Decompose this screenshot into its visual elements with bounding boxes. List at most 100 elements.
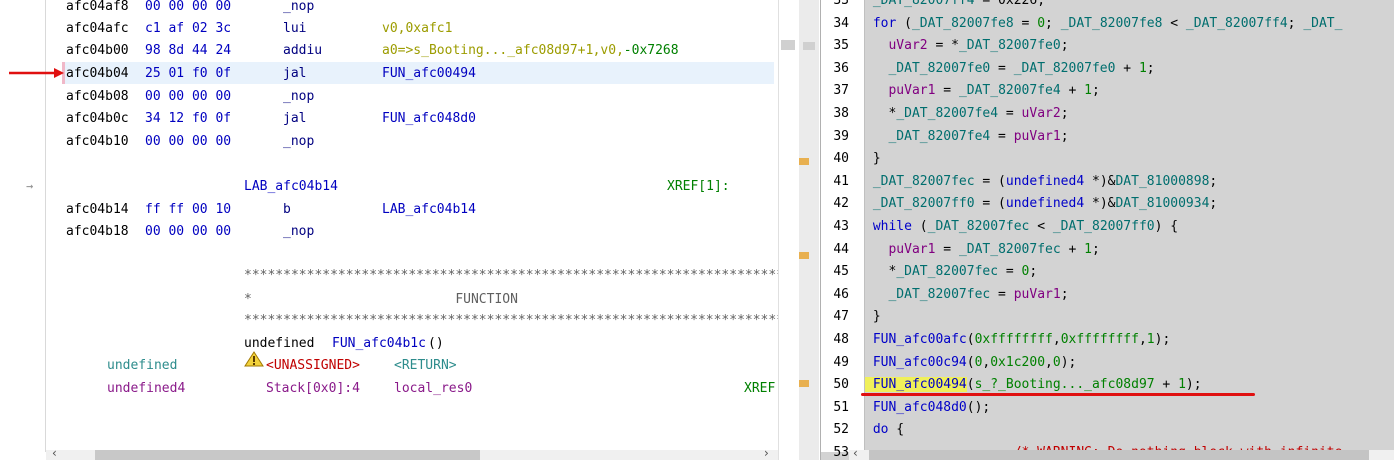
code-token: 1 <box>1178 377 1186 392</box>
decompiled-code-line[interactable]: *_DAT_82007fe4 = uVar2; <box>865 106 1068 122</box>
code-token: _DAT_82007fec <box>865 174 975 189</box>
line-number: 48 <box>833 332 849 347</box>
decompiled-code-line[interactable]: _DAT_82007ff0 = (undefined4 *)&DAT_81000… <box>865 196 1217 212</box>
instruction-mnemonic[interactable]: jal <box>283 111 306 127</box>
instruction-address[interactable]: afc04af8 <box>66 0 129 15</box>
decompiled-code-line[interactable]: puVar1 = _DAT_82007fe4 + 1; <box>865 83 1099 99</box>
code-token: ; <box>1060 129 1069 144</box>
listing-hscroll-thumb[interactable] <box>95 450 480 460</box>
instruction-address[interactable]: afc04b14 <box>66 202 129 218</box>
local-var-name[interactable]: local_res0 <box>394 381 472 397</box>
instruction-address[interactable]: afc04b18 <box>66 224 129 240</box>
code-token: DAT_81000898 <box>1115 174 1210 189</box>
xref-cut[interactable]: XREF <box>744 381 775 397</box>
listing-pane[interactable]: → afc04af8 00 00 00 00 _nop afc04afc c1 af 0… <box>0 0 797 460</box>
instruction-address[interactable]: afc04b04 <box>66 66 129 82</box>
code-token: *)& <box>1084 174 1116 189</box>
instruction-bytes: 00 00 00 00 <box>145 89 232 104</box>
decompiled-code-line[interactable]: FUN_afc00c94(0,0x1c200,0); <box>865 355 1077 371</box>
overview-cursor-marker <box>781 40 795 50</box>
code-token: 0x1c200 <box>990 355 1046 370</box>
code-token: undefined4 <box>1005 196 1085 211</box>
decompiled-code-line[interactable]: puVar1 = _DAT_82007fec + 1; <box>865 242 1099 258</box>
decompiled-code-line[interactable]: FUN_afc00494(s_?_Booting..._afc08d97 + 1… <box>865 377 1202 393</box>
line-number: 38 <box>833 106 849 121</box>
decompiler-pane[interactable]: 33 _DAT_82007ff4 = 0x226; 34 for (_DAT_82… <box>820 0 1394 460</box>
scroll-left-icon[interactable]: ‹ <box>853 446 858 460</box>
decompiled-code-line[interactable]: _DAT_82007fe4 = puVar1; <box>865 129 1069 145</box>
decompiled-code-line[interactable]: *_DAT_82007fec = 0; <box>865 264 1037 280</box>
code-token: ( <box>896 16 912 31</box>
code-token: ); <box>1154 332 1171 347</box>
decompiled-code-line[interactable]: _DAT_82007fec = puVar1; <box>865 287 1068 303</box>
decompiled-code-line[interactable]: } <box>865 151 881 167</box>
decompiled-code-line[interactable]: _DAT_82007fec = (undefined4 *)&DAT_81000… <box>865 174 1217 190</box>
instruction-operand[interactable]: LAB_afc04b14 <box>382 202 476 218</box>
function-signature-type: undefined <box>244 336 323 351</box>
code-token: = <box>998 106 1022 121</box>
instruction-mnemonic[interactable]: jal <box>283 66 306 82</box>
decompiled-code-line[interactable]: _DAT_82007ff4 = 0x226; <box>865 0 1045 9</box>
code-token: , <box>1052 332 1061 347</box>
overview-bar[interactable] <box>778 0 819 460</box>
scroll-left-icon[interactable]: ‹ <box>52 446 57 460</box>
line-number: 33 <box>833 0 849 8</box>
instruction-address[interactable]: afc04afc <box>66 21 129 37</box>
instruction-operand[interactable]: ,v0, <box>593 43 624 59</box>
code-token: (); <box>966 400 991 415</box>
instruction-mnemonic[interactable]: _nop <box>283 224 314 240</box>
decompiled-code-line[interactable]: for (_DAT_82007fe8 = 0; _DAT_82007fe8 < … <box>865 16 1343 32</box>
instruction-mnemonic[interactable]: _nop <box>283 89 314 105</box>
overview-marker-gray <box>803 42 815 50</box>
instruction-mnemonic[interactable]: addiu <box>283 43 322 59</box>
instruction-address[interactable]: afc04b00 <box>66 43 129 59</box>
code-token: _DAT_82007fe4 <box>958 83 1061 98</box>
instruction-mnemonic[interactable]: lui <box>283 21 306 37</box>
decompiled-code-line[interactable]: _DAT_82007fe0 = _DAT_82007fe0 + 1; <box>865 61 1154 77</box>
instruction-bytes: ff ff 00 10 <box>145 202 232 217</box>
decompiled-code-line[interactable]: while (_DAT_82007fec < _DAT_82007ff0) { <box>865 219 1178 235</box>
code-token: ); <box>1060 355 1077 370</box>
code-label[interactable]: LAB_afc04b14 <box>244 179 338 195</box>
line-number: 52 <box>833 422 849 437</box>
overview-marker <box>799 380 809 387</box>
decompiled-code-line[interactable]: FUN_afc00afc(0xffffffff,0xffffffff,1); <box>865 332 1170 348</box>
instruction-mnemonic[interactable]: _nop <box>283 134 314 150</box>
code-token: FUN_afc048d0 <box>865 400 967 415</box>
decompiled-code-line[interactable]: uVar2 = *_DAT_82007fe0; <box>865 38 1068 54</box>
code-token: _DAT_82007ff4 <box>1185 16 1288 31</box>
code-token: { <box>888 422 905 437</box>
return-label: <RETURN> <box>394 358 457 373</box>
decompiled-code-line[interactable]: FUN_afc048d0(); <box>865 400 990 416</box>
code-token: ; <box>1029 264 1038 279</box>
code-token: + <box>1115 61 1139 76</box>
xref-link[interactable]: XREF[1]: <box>667 179 730 195</box>
instruction-address[interactable]: afc04b0c <box>66 111 129 127</box>
scroll-right-icon[interactable]: › <box>764 446 769 460</box>
instruction-bytes: 00 00 00 00 <box>145 134 232 149</box>
instruction-operand[interactable]: FUN_afc00494 <box>382 66 476 82</box>
instruction-mnemonic[interactable]: b <box>283 202 291 218</box>
code-token: _DAT_82007fe0 <box>865 61 991 76</box>
decompiler-hscroll-thumb[interactable] <box>869 450 1369 460</box>
decompiled-code-line[interactable]: } <box>865 309 881 325</box>
decompiled-code-line[interactable]: do { <box>865 422 904 438</box>
instruction-operand[interactable]: v0,0xafc1 <box>382 21 452 37</box>
function-signature-name[interactable]: FUN_afc04b1c <box>332 336 426 352</box>
code-token: = 0x226; <box>974 0 1046 8</box>
code-token: 1 <box>1084 242 1092 257</box>
instruction-operand[interactable]: FUN_afc048d0 <box>382 111 476 127</box>
code-token: 0xffffffff <box>1060 332 1139 347</box>
code-token: _DAT_82007ff4 <box>865 0 975 8</box>
code-token: _DAT_82007fec <box>896 264 999 279</box>
instruction-address[interactable]: afc04b10 <box>66 134 129 150</box>
annotation-underline <box>861 393 1255 396</box>
instruction-operand[interactable]: a0=>s_Booting..._afc08d97+1 <box>382 43 593 59</box>
line-number: 45 <box>833 264 849 279</box>
instruction-operand[interactable]: -0x7268 <box>624 43 679 59</box>
instruction-address[interactable]: afc04b08 <box>66 89 129 105</box>
instruction-mnemonic[interactable]: _nop <box>283 0 314 15</box>
function-banner-top: ****************************************… <box>244 268 792 283</box>
code-token: *)& <box>1084 196 1116 211</box>
line-number: 43 <box>833 219 849 234</box>
